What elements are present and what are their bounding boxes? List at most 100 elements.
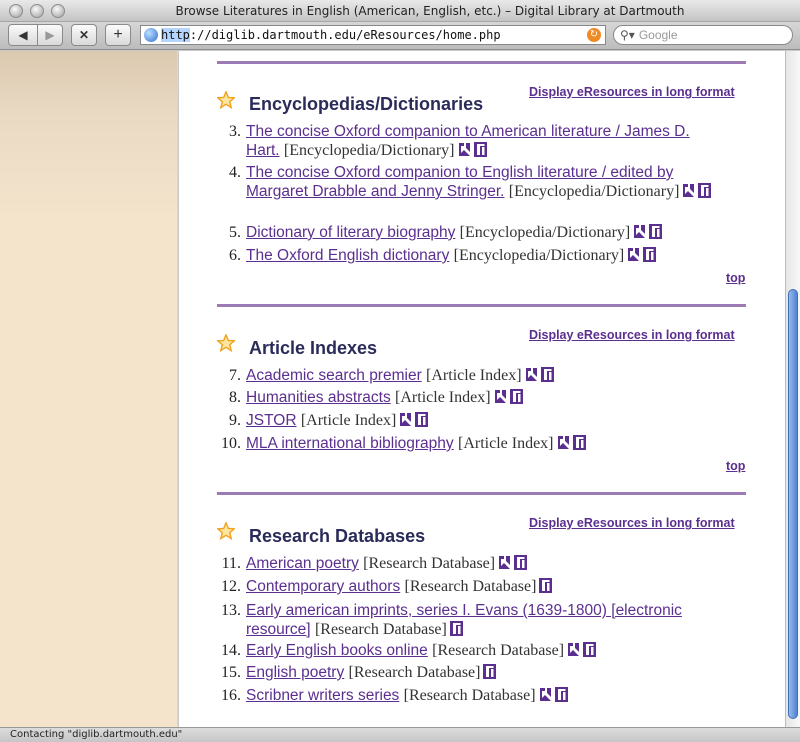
full-record-icon[interactable] — [493, 389, 507, 404]
item-body: Dictionary of literary biography [Encycl… — [246, 223, 716, 242]
item-body: The concise Oxford companion to English … — [246, 163, 716, 201]
resource-type: [Encyclopedia/Dictionary] — [453, 247, 625, 264]
item-number: 7. — [229, 367, 241, 384]
reload-icon[interactable]: ↻ — [587, 28, 601, 42]
forward-button[interactable]: ▶ — [37, 24, 63, 46]
full-record-icon[interactable] — [538, 687, 552, 702]
section-divider — [217, 492, 746, 495]
scrollbar-thumb[interactable] — [788, 289, 798, 719]
holdings-icon[interactable] — [473, 142, 487, 157]
close-window-button[interactable] — [9, 4, 23, 18]
item-body: MLA international bibliography [Article … — [246, 434, 716, 453]
window-title: Browse Literatures in English (American,… — [175, 4, 685, 18]
resource-link[interactable]: American poetry — [246, 555, 359, 572]
full-record-icon[interactable] — [498, 555, 512, 570]
holdings-icon[interactable] — [449, 621, 463, 636]
resource-link[interactable]: Academic search premier — [246, 367, 422, 384]
stop-button[interactable]: ✕ — [71, 24, 97, 46]
full-record-icon[interactable] — [633, 224, 647, 239]
left-decorative-panel — [0, 51, 178, 727]
full-record-icon[interactable] — [627, 247, 641, 262]
holdings-icon[interactable] — [643, 247, 657, 262]
item-number: 16. — [221, 687, 241, 704]
resource-link[interactable]: Early English books online — [246, 642, 428, 659]
resource-link[interactable]: MLA international bibliography — [246, 435, 454, 452]
full-record-icon[interactable] — [457, 142, 471, 157]
full-record-icon[interactable] — [399, 412, 413, 427]
address-bar[interactable]: http://diglib.dartmouth.edu/eResources/h… — [140, 25, 606, 45]
resource-type: [Research Database] — [348, 664, 481, 681]
holdings-icon[interactable] — [554, 687, 568, 702]
section-divider — [217, 304, 746, 307]
section-title: Article Indexes — [249, 338, 378, 358]
item-body: Academic search premier [Article Index] — [246, 366, 716, 385]
back-button[interactable]: ◀ — [8, 24, 38, 46]
holdings-icon[interactable] — [649, 224, 663, 239]
full-record-icon[interactable] — [567, 642, 581, 657]
item-number: 4. — [229, 164, 241, 181]
resource-type: [Research Database] — [363, 555, 496, 572]
browser-toolbar: ◀ ▶ ✕ + http://diglib.dartmouth.edu/eRes… — [0, 22, 800, 50]
item-number: 9. — [229, 412, 241, 429]
resource-link[interactable]: English poetry — [246, 664, 344, 681]
holdings-icon[interactable] — [415, 412, 429, 427]
holdings-icon[interactable] — [698, 183, 712, 198]
holdings-icon[interactable] — [509, 389, 523, 404]
resource-link[interactable]: Humanities abstracts — [246, 389, 391, 406]
holdings-icon[interactable] — [540, 367, 554, 382]
full-record-icon[interactable] — [524, 367, 538, 382]
resource-type: [Article Index] — [457, 435, 554, 452]
holdings-icon[interactable] — [539, 578, 553, 593]
title-bar: Browse Literatures in English (American,… — [0, 0, 800, 22]
section-title: Encyclopedias/Dictionaries — [249, 94, 484, 114]
resource-type: [Article Index] — [426, 367, 522, 384]
holdings-icon[interactable] — [514, 555, 528, 570]
item-number: 8. — [229, 389, 241, 406]
resource-type: [Encyclopedia/Dictionary] — [459, 224, 631, 241]
display-long-format-link[interactable]: Display eResources in long format — [529, 516, 735, 530]
vertical-scrollbar[interactable] — [785, 51, 800, 727]
display-long-format-link[interactable]: Display eResources in long format — [529, 328, 735, 342]
holdings-icon[interactable] — [583, 642, 597, 657]
item-number: 13. — [221, 602, 241, 619]
full-record-icon[interactable] — [556, 435, 570, 450]
full-record-icon[interactable] — [682, 183, 696, 198]
resource-link[interactable]: Contemporary authors — [246, 578, 400, 595]
item-body: Early English books online [Research Dat… — [246, 641, 716, 660]
search-placeholder: Google — [638, 28, 678, 42]
minimize-window-button[interactable] — [30, 4, 44, 18]
item-body: Early american imprints, series I. Evans… — [246, 601, 716, 639]
resource-link[interactable]: The Oxford English dictionary — [246, 247, 449, 264]
zoom-window-button[interactable] — [51, 4, 65, 18]
url-text[interactable]: http://diglib.dartmouth.edu/eResources/h… — [161, 28, 501, 42]
star-icon — [215, 521, 237, 541]
holdings-icon[interactable] — [483, 664, 497, 679]
resource-link[interactable]: Scribner writers series — [246, 687, 399, 704]
resource-type: [Research Database] — [403, 687, 536, 704]
resource-link[interactable]: Early american imprints, series I. Evans… — [246, 602, 682, 638]
stop-icon: ✕ — [78, 28, 90, 42]
section-title: Research Databases — [249, 526, 426, 546]
item-number: 12. — [221, 578, 241, 595]
item-body: American poetry [Research Database] — [246, 554, 716, 573]
resource-link[interactable]: JSTOR — [246, 412, 297, 429]
holdings-icon[interactable] — [572, 435, 586, 450]
top-link[interactable]: top — [726, 459, 745, 473]
section-divider — [217, 61, 746, 64]
url-rest: ://diglib.dartmouth.edu/eResources/home.… — [189, 28, 501, 42]
item-number: 6. — [229, 247, 241, 264]
forward-arrow-icon: ▶ — [45, 28, 55, 42]
display-long-format-link[interactable]: Display eResources in long format — [529, 85, 735, 99]
resource-link[interactable]: Dictionary of literary biography — [246, 224, 455, 241]
status-bar: Contacting "diglib.dartmouth.edu" — [0, 727, 800, 742]
search-field[interactable]: ⚲▾ Google — [613, 25, 793, 45]
item-body: Contemporary authors [Research Database] — [246, 577, 716, 596]
item-body: English poetry [Research Database] — [246, 663, 716, 682]
item-body: The concise Oxford companion to American… — [246, 122, 716, 160]
top-link[interactable]: top — [726, 271, 745, 285]
search-icon: ⚲▾ — [620, 28, 635, 42]
add-bookmark-button[interactable]: + — [105, 24, 131, 46]
resource-type: [Research Database] — [432, 642, 565, 659]
plus-icon: + — [113, 26, 123, 43]
resource-type: [Encyclopedia/Dictionary] — [283, 142, 455, 159]
